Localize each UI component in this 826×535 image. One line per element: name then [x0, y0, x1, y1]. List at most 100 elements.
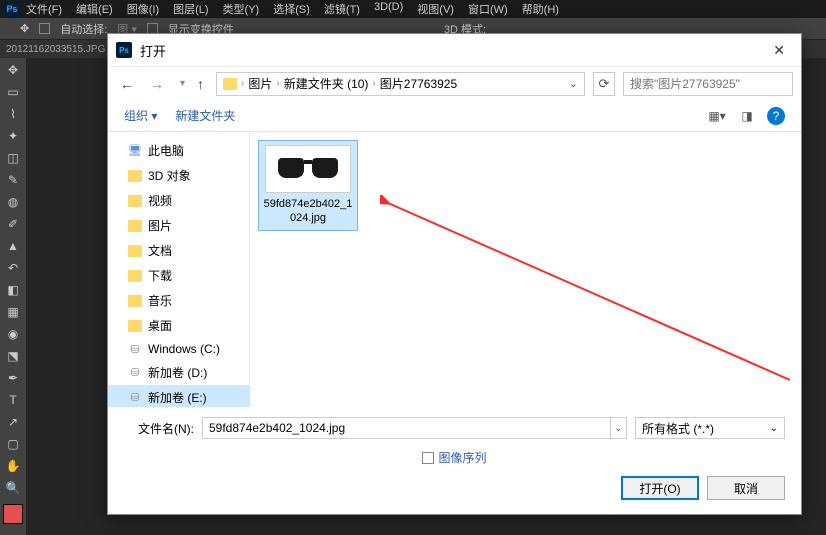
auto-select-label: 自动选择:	[60, 21, 107, 37]
organize-button[interactable]: 组织 ▾	[124, 107, 157, 124]
sidebar-item[interactable]: 文档	[108, 238, 249, 263]
breadcrumb[interactable]: › 图片 › 新建文件夹 (10) › 图片27763925 ⌄	[216, 72, 585, 96]
cancel-button[interactable]: 取消	[707, 476, 785, 500]
chevron-right-icon: ›	[276, 78, 279, 89]
sidebar-item[interactable]: 视频	[108, 188, 249, 213]
breadcrumb-part[interactable]: 图片	[248, 75, 272, 92]
menu-item[interactable]: 图像(I)	[127, 1, 159, 17]
sidebar-item[interactable]: 音乐	[108, 288, 249, 313]
menu-item[interactable]: 滤镜(T)	[324, 1, 360, 17]
sidebar-item-label: 此电脑	[148, 142, 184, 159]
menu-item[interactable]: 图层(L)	[173, 1, 208, 17]
sidebar-item-label: 音乐	[148, 292, 172, 309]
filter-select[interactable]: 所有格式 (*.*) ⌄	[635, 417, 785, 439]
folder-icon	[128, 270, 142, 282]
folder-icon	[128, 170, 142, 182]
back-button[interactable]: ←	[116, 76, 138, 92]
file-item[interactable]: 59fd874e2b402_1024.jpg	[258, 140, 358, 231]
menu-item[interactable]: 编辑(E)	[76, 1, 113, 17]
blur-tool[interactable]: ◉	[3, 324, 23, 344]
marquee-tool[interactable]: ▭	[3, 82, 23, 102]
dialog-toolbar: 组织 ▾ 新建文件夹 ▦▾ ◨ ?	[108, 100, 801, 132]
image-sequence-label: 图像序列	[438, 449, 486, 466]
open-button[interactable]: 打开(O)	[621, 476, 699, 500]
new-folder-button[interactable]: 新建文件夹	[175, 107, 235, 124]
up-button[interactable]: ↑	[197, 76, 204, 92]
type-tool[interactable]: T	[3, 390, 23, 410]
eraser-tool[interactable]: ◧	[3, 280, 23, 300]
pen-tool[interactable]: ✒	[3, 368, 23, 388]
sidebar-item-label: 视频	[148, 192, 172, 209]
menu-item[interactable]: 选择(S)	[273, 1, 310, 17]
shape-tool[interactable]: ▢	[3, 434, 23, 454]
image-sequence-checkbox[interactable]	[422, 452, 434, 464]
path-tool[interactable]: ↗	[3, 412, 23, 432]
dialog-icon: Ps	[116, 42, 132, 58]
drive-icon: ⛁	[128, 343, 142, 355]
sidebar-item-label: Windows (C:)	[148, 342, 220, 356]
menu-item[interactable]: 文件(F)	[26, 1, 62, 17]
folder-icon	[128, 295, 142, 307]
hand-tool[interactable]: ✋	[3, 456, 23, 476]
foreground-color[interactable]	[3, 504, 23, 524]
wand-tool[interactable]: ✦	[3, 126, 23, 146]
close-icon[interactable]: ✕	[765, 42, 793, 59]
dodge-tool[interactable]: ⬔	[3, 346, 23, 366]
eyedropper-tool[interactable]: ✎	[3, 170, 23, 190]
forward-button[interactable]: →	[146, 76, 168, 92]
drive-icon: ⛁	[128, 367, 142, 379]
history-tool[interactable]: ↶	[3, 258, 23, 278]
file-pane[interactable]: 59fd874e2b402_1024.jpg	[250, 132, 801, 407]
chevron-right-icon: ›	[372, 78, 375, 89]
sidebar: 🖥此电脑3D 对象视频图片文档下载音乐桌面⛁Windows (C:)⛁新加卷 (…	[108, 132, 250, 407]
chevron-right-icon: ›	[241, 78, 244, 89]
stamp-tool[interactable]: ▲	[3, 236, 23, 256]
refresh-button[interactable]: ⟳	[593, 72, 615, 96]
lasso-tool[interactable]: ⌇	[3, 104, 23, 124]
sidebar-item[interactable]: 3D 对象	[108, 163, 249, 188]
search-input[interactable]	[623, 72, 793, 96]
sidebar-item-label: 文档	[148, 242, 172, 259]
sidebar-item[interactable]: ⛁新加卷 (E:)	[108, 385, 249, 407]
filename-dropdown[interactable]: ⌄	[610, 417, 626, 439]
filename-input[interactable]	[203, 421, 610, 435]
sidebar-item[interactable]: ⛁ Windows (C:)	[108, 338, 249, 360]
recent-dropdown[interactable]: ▾	[176, 78, 189, 89]
menu-item[interactable]: 视图(V)	[417, 1, 454, 17]
menu-item[interactable]: 类型(Y)	[223, 1, 260, 17]
crop-tool[interactable]: ◫	[3, 148, 23, 168]
filename-input-wrap: ⌄	[202, 417, 627, 439]
filter-label: 所有格式 (*.*)	[642, 420, 714, 437]
preview-pane-button[interactable]: ◨	[737, 108, 757, 124]
folder-icon	[128, 245, 142, 257]
move-tool[interactable]: ✥	[3, 60, 23, 80]
menu-item[interactable]: 帮助(H)	[522, 1, 559, 17]
file-name: 59fd874e2b402_1024.jpg	[263, 197, 353, 226]
open-dialog: Ps 打开 ✕ ← → ▾ ↑ › 图片 › 新建文件夹 (10) › 图片27…	[107, 33, 802, 515]
breadcrumb-part[interactable]: 图片27763925	[380, 75, 457, 92]
sidebar-item-label: 新加卷 (D:)	[148, 364, 207, 381]
help-icon[interactable]: ?	[767, 107, 785, 125]
auto-select-checkbox[interactable]	[39, 23, 50, 34]
dialog-titlebar: Ps 打开 ✕	[108, 34, 801, 66]
menu-item[interactable]: 窗口(W)	[468, 1, 508, 17]
heal-tool[interactable]: ◍	[3, 192, 23, 212]
breadcrumb-part[interactable]: 新建文件夹 (10)	[284, 75, 369, 92]
sidebar-item[interactable]: 🖥此电脑	[108, 138, 249, 163]
sidebar-item-label: 3D 对象	[148, 167, 191, 184]
folder-icon	[128, 195, 142, 207]
view-mode-button[interactable]: ▦▾	[707, 108, 727, 124]
chevron-down-icon[interactable]: ⌄	[569, 77, 578, 90]
document-tab[interactable]: 20121162033515.JPG @	[6, 44, 118, 55]
sunglasses-icon	[278, 158, 338, 180]
move-tool-icon: ✥	[20, 22, 29, 35]
brush-tool[interactable]: ✐	[3, 214, 23, 234]
sidebar-item-label: 图片	[148, 217, 172, 234]
sidebar-item[interactable]: 桌面	[108, 313, 249, 338]
zoom-tool[interactable]: 🔍	[3, 478, 23, 498]
sidebar-item[interactable]: ⛁ 新加卷 (D:)	[108, 360, 249, 385]
sidebar-item[interactable]: 下载	[108, 263, 249, 288]
menu-item[interactable]: 3D(D)	[374, 1, 403, 17]
gradient-tool[interactable]: ▦	[3, 302, 23, 322]
sidebar-item[interactable]: 图片	[108, 213, 249, 238]
